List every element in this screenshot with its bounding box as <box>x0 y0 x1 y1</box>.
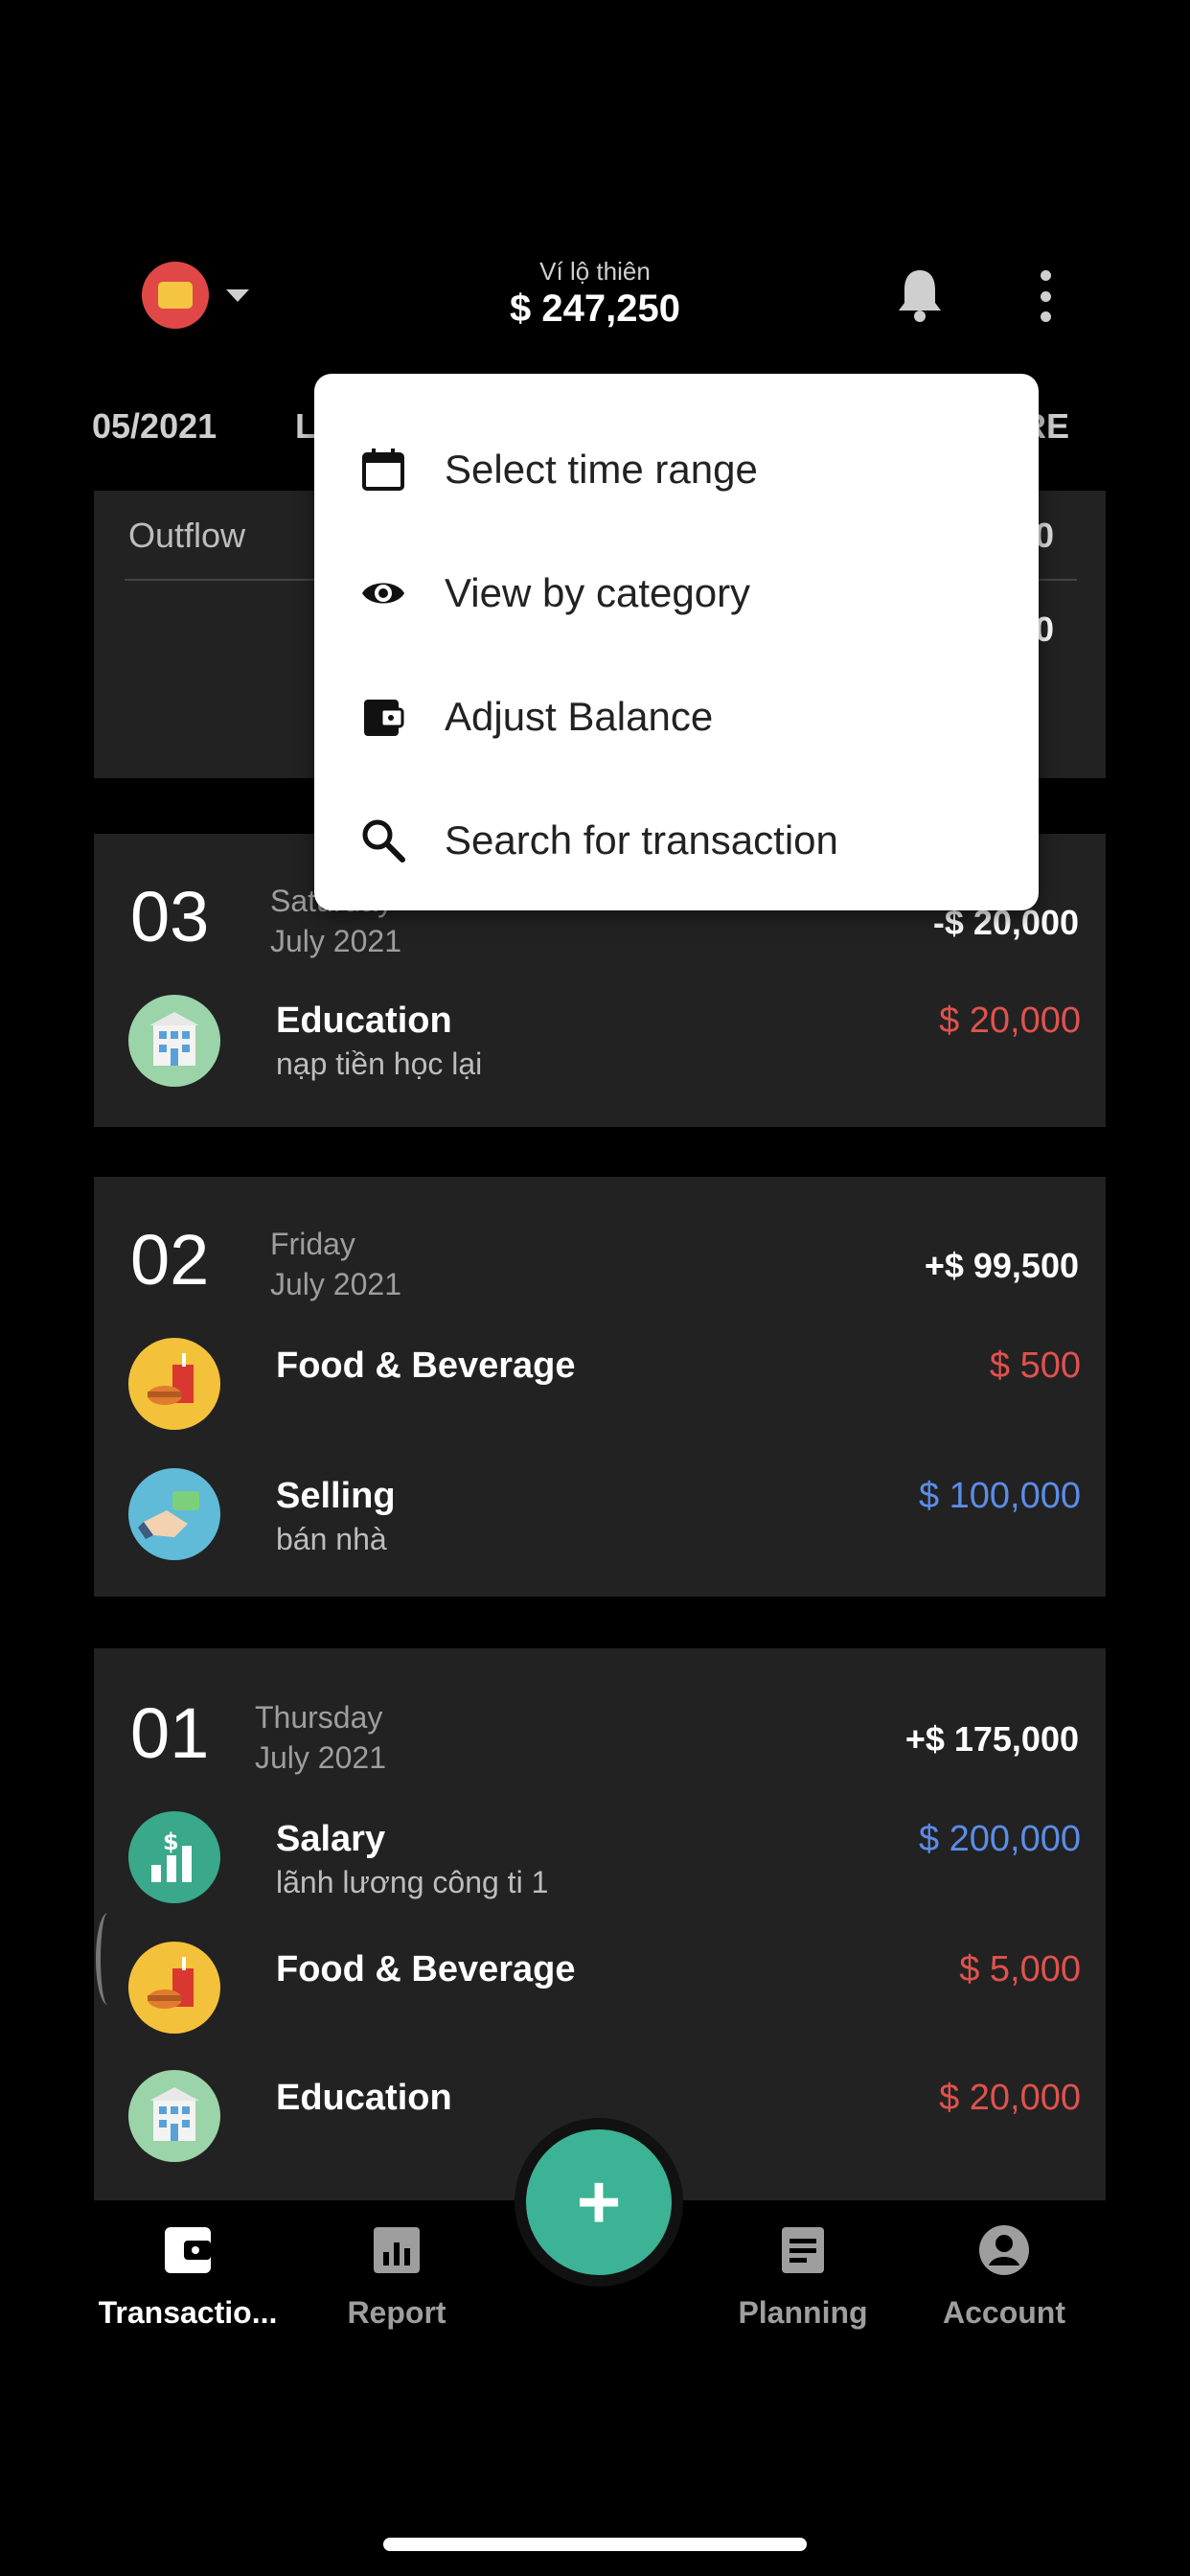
menu-item-adjust-balance[interactable]: Adjust Balance <box>314 656 1039 770</box>
day-number: 03 <box>130 877 210 956</box>
transaction-note: nạp tiền học lại <box>276 1046 483 1081</box>
day-month: July 2021 <box>270 1267 401 1301</box>
day-total: +$ 175,000 <box>904 1719 1079 1759</box>
eye-icon <box>362 583 404 604</box>
document-icon <box>782 2227 824 2273</box>
svg-text:$: $ <box>163 1828 179 1855</box>
day-weekday: Friday <box>270 1227 355 1261</box>
nav-transactions[interactable]: Transactio... <box>82 2223 293 2331</box>
chevron-down-icon[interactable] <box>226 289 249 302</box>
day-total: +$ 99,500 <box>924 1246 1079 1285</box>
transaction-amount: $ 20,000 <box>939 1000 1081 1041</box>
plus-icon: + <box>576 2159 622 2244</box>
nav-planning[interactable]: Planning <box>698 2223 908 2331</box>
menu-item-label: Search for transaction <box>445 817 838 862</box>
day-month: July 2021 <box>270 924 401 958</box>
user-avatar-icon <box>979 2225 1029 2275</box>
outflow-label: Outflow <box>128 516 246 555</box>
transaction-amount: $ 5,000 <box>959 1949 1081 1990</box>
transaction-amount: $ 500 <box>989 1346 1081 1386</box>
menu-item-label: Adjust Balance <box>445 694 714 739</box>
transaction-amount: $ 200,000 <box>918 1819 1081 1859</box>
nav-label: Transactio... <box>98 2295 278 2330</box>
day-month: July 2021 <box>255 1740 386 1775</box>
nav-label: Planning <box>738 2295 868 2330</box>
transaction-amount: $ 20,000 <box>939 2078 1081 2118</box>
transaction-note: bán nhà <box>276 1522 387 1556</box>
school-building-icon <box>128 2070 220 2162</box>
food-drink-icon <box>128 1338 220 1430</box>
nav-account[interactable]: Account <box>899 2223 1110 2331</box>
options-menu: Select time range View by category Adjus… <box>314 374 1039 910</box>
menu-item-label: Select time range <box>445 447 758 492</box>
salary-chart-icon: $ <box>128 1811 220 1903</box>
menu-item-label: View by category <box>445 570 751 615</box>
nav-report[interactable]: Report <box>291 2223 502 2331</box>
day-number: 01 <box>130 1693 210 1773</box>
transaction-category: Food & Beverage <box>276 1949 576 1990</box>
day-card[interactable] <box>94 1177 1106 1597</box>
wallet-icon <box>165 2227 211 2273</box>
tab-previous-month[interactable]: 05/2021 <box>92 406 217 447</box>
wallet-icon <box>364 700 404 736</box>
wallet-balance: $ 247,250 <box>510 288 680 330</box>
transaction-category: Education <box>276 2078 452 2118</box>
handshake-money-icon <box>128 1468 220 1560</box>
menu-item-view-by-category[interactable]: View by category <box>314 532 1039 647</box>
transaction-category: Food & Beverage <box>276 1346 576 1386</box>
menu-item-select-time-range[interactable]: Select time range <box>314 408 1039 523</box>
bar-chart-icon <box>374 2227 420 2273</box>
day-weekday: Thursday <box>255 1700 383 1735</box>
menu-item-search-transaction[interactable]: Search for transaction <box>314 779 1039 894</box>
nav-label: Account <box>943 2295 1065 2330</box>
day-number: 02 <box>130 1220 210 1300</box>
tab-last-month[interactable]: L <box>295 406 316 447</box>
add-transaction-button[interactable]: + <box>526 2129 672 2275</box>
transaction-amount: $ 100,000 <box>918 1476 1081 1516</box>
transaction-category: Selling <box>276 1476 396 1516</box>
home-indicator[interactable] <box>383 2538 807 2551</box>
transaction-category: Salary <box>276 1819 386 1859</box>
calendar-icon <box>362 448 404 491</box>
school-building-icon <box>128 995 220 1087</box>
bell-icon[interactable] <box>895 266 945 324</box>
transaction-category: Education <box>276 1000 452 1041</box>
wallet-avatar-icon[interactable] <box>142 262 209 329</box>
more-options-icon[interactable] <box>1039 270 1052 322</box>
food-drink-icon <box>128 1942 220 2034</box>
scroll-indicator <box>96 1913 120 2005</box>
nav-label: Report <box>347 2295 446 2330</box>
wallet-name: Ví lộ thiên <box>539 257 651 286</box>
transaction-note: lãnh lương công ti 1 <box>276 1865 549 1899</box>
search-icon <box>362 819 405 862</box>
